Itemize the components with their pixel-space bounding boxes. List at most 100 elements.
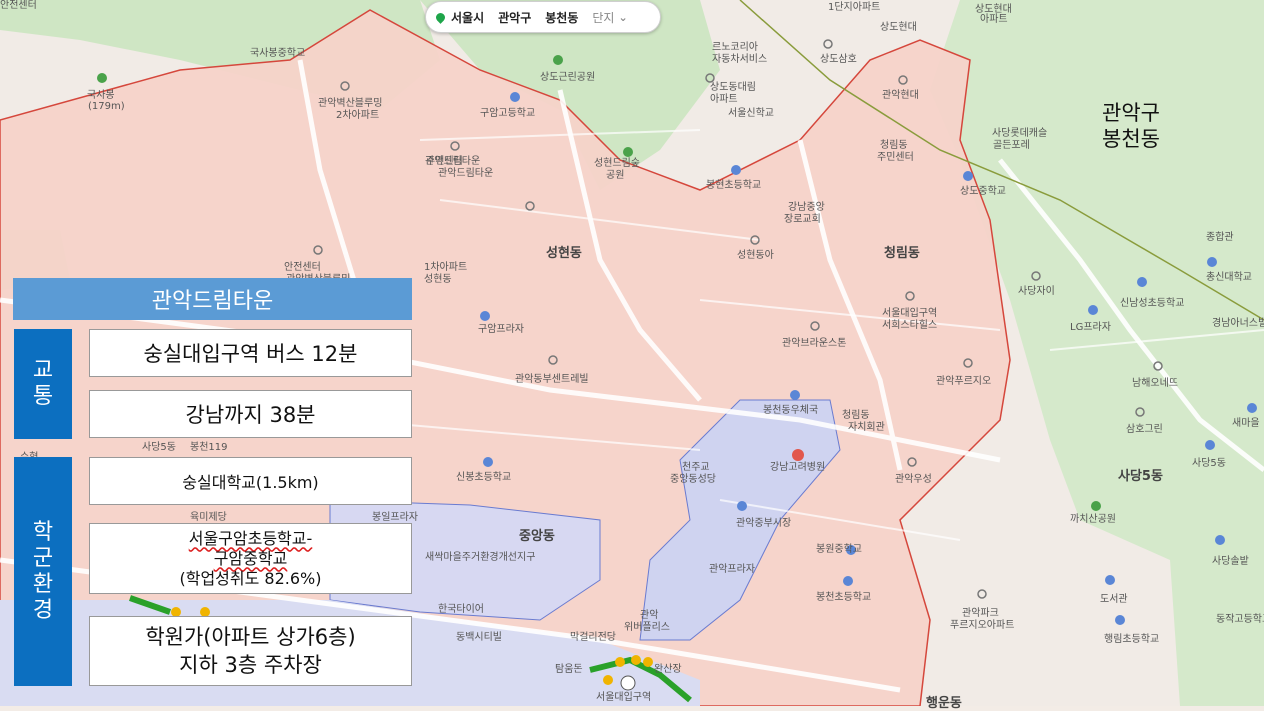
parking-text: 지하 3층 주차장 bbox=[179, 653, 322, 677]
breadcrumb-mode[interactable]: 단지 bbox=[592, 9, 614, 26]
map-place-label[interactable]: 새마을 bbox=[1232, 418, 1260, 430]
map-place-label[interactable]: (179m) bbox=[88, 101, 125, 113]
map-place-label[interactable]: 관악동부센트레빌 bbox=[515, 374, 589, 386]
map-place-label[interactable]: 도서관 bbox=[1100, 594, 1128, 606]
map-place-label[interactable]: 사당자이 bbox=[1018, 286, 1055, 298]
map-place-label[interactable]: 르노코리아 bbox=[712, 42, 758, 54]
map-place-label[interactable]: 상도동대림 bbox=[710, 82, 756, 94]
map-place-label[interactable]: 강남중앙 bbox=[788, 202, 825, 214]
map-place-label[interactable]: 2차아파트 bbox=[336, 110, 379, 122]
school-label-text: 학 군 환 경 bbox=[32, 519, 54, 623]
map-place-label[interactable]: 관악 bbox=[640, 610, 658, 622]
map-place-label[interactable]: 아파트 bbox=[710, 94, 738, 106]
map-place-label[interactable]: 구암프라자 bbox=[478, 324, 524, 336]
school-university-text: 숭실대학교(1.5km) bbox=[182, 473, 319, 492]
school-elementary-box: 서울구암초등학교- 구암중학교 (학업성취도 82.6%) bbox=[89, 523, 412, 594]
map-place-label[interactable]: 서울대입구역 bbox=[882, 308, 937, 320]
map-place-label[interactable]: 아파트 bbox=[980, 14, 1008, 26]
map-place-label[interactable]: 상도중학교 bbox=[960, 186, 1006, 198]
map-place-label[interactable]: 자동차서비스 bbox=[712, 54, 767, 66]
map-place-label[interactable]: 신남성초등학교 bbox=[1120, 298, 1184, 310]
map-place-label[interactable]: 골든포레 bbox=[993, 140, 1030, 152]
map-place-label[interactable]: 봉천초등학교 bbox=[816, 592, 871, 604]
map-place-label[interactable]: 행림초등학교 bbox=[1104, 634, 1159, 646]
map-place-label[interactable]: 안전센터 bbox=[0, 0, 37, 12]
map-place-label[interactable]: 새싹마을주거환경개선지구 bbox=[425, 552, 535, 564]
map-place-label[interactable]: 주민센터 bbox=[877, 152, 914, 164]
map-place-label[interactable]: 봉원중학교 bbox=[816, 544, 862, 556]
map-place-label[interactable]: 구암고등학교 bbox=[480, 108, 535, 120]
map-place-label[interactable]: 주민센터 bbox=[426, 156, 463, 168]
academy-box: 학원가(아파트 상가6층) 지하 3층 주차장 bbox=[89, 616, 412, 686]
map-place-label[interactable]: 관악벽산블루밍 bbox=[318, 98, 382, 110]
map-place-label[interactable]: 사당솔밭 bbox=[1212, 556, 1249, 568]
map-place-label[interactable]: 관악중부시장 bbox=[736, 518, 791, 530]
map-place-label[interactable]: 서울신학교 bbox=[728, 108, 774, 120]
academy-text: 학원가(아파트 상가6층) bbox=[145, 625, 356, 649]
map-place-label[interactable]: 관악우성 bbox=[895, 474, 932, 486]
map-place-label[interactable]: 막걸리전당 bbox=[570, 632, 616, 644]
map-place-label[interactable]: 장로교회 bbox=[784, 214, 821, 226]
map-place-label[interactable]: 관악드림타운 bbox=[438, 168, 493, 180]
map-place-label[interactable]: 사당5동 bbox=[1192, 458, 1226, 470]
map-place-label[interactable]: 강남고려병원 bbox=[770, 462, 825, 474]
map-place-label[interactable]: 상도삼호 bbox=[820, 54, 857, 66]
map-place-label[interactable]: 청림동 bbox=[880, 140, 908, 152]
map-place-label[interactable]: 서울대입구역 bbox=[596, 692, 651, 704]
map-place-label[interactable]: 중앙동성당 bbox=[670, 474, 716, 486]
map-place-label[interactable]: 1단지아파트 bbox=[828, 2, 880, 14]
map-place-label[interactable]: 동백시티빌 bbox=[456, 632, 502, 644]
map-place-label[interactable]: 성현드림숲 bbox=[594, 158, 640, 170]
map-place-label[interactable]: 공원 bbox=[606, 170, 624, 182]
map-place-label[interactable]: 까치산공원 bbox=[1070, 514, 1116, 526]
map-place-label[interactable]: 상도근린공원 bbox=[540, 72, 595, 84]
map-place-label[interactable]: 봉현초등학교 bbox=[706, 180, 761, 192]
map-place-label[interactable]: 관악파크 bbox=[962, 608, 999, 620]
map-place-label[interactable]: 천주교 bbox=[682, 462, 710, 474]
map-place-label[interactable]: LG프라자 bbox=[1070, 322, 1111, 334]
location-pin-icon bbox=[434, 10, 447, 24]
map-place-label[interactable]: 안전센터 bbox=[284, 262, 321, 274]
map-place-label[interactable]: 사당롯데캐슬 bbox=[992, 128, 1047, 140]
map-place-label[interactable]: 봉천동우체국 bbox=[763, 405, 818, 417]
school-elementary-text: 서울구암초등학교- bbox=[188, 528, 313, 548]
map-place-label[interactable]: 국사봉중학교 bbox=[250, 48, 305, 60]
breadcrumb-district[interactable]: 관악구 bbox=[498, 9, 531, 26]
transport-bus-text: 숭실대입구역 버스 12분 bbox=[143, 342, 358, 366]
map-place-label[interactable]: 자치회관 bbox=[848, 422, 885, 434]
region-label: 관악구 봉천동 bbox=[1102, 100, 1160, 152]
map-place-label[interactable]: 완산장 bbox=[654, 664, 682, 676]
map-place-label[interactable]: 한국타이어 bbox=[438, 604, 484, 616]
map-place-label[interactable]: 푸르지오아파트 bbox=[950, 620, 1014, 632]
region-label-dong: 봉천동 bbox=[1102, 127, 1160, 151]
map-place-label[interactable]: 동작고등학교 bbox=[1216, 614, 1264, 626]
location-breadcrumb[interactable]: 서울시 관악구 봉천동 단지 ⌄ bbox=[425, 1, 661, 33]
map-place-label[interactable]: 경남아너스빌 bbox=[1212, 318, 1264, 330]
school-middle-text: 구암중학교 bbox=[213, 548, 288, 568]
map-place-label[interactable]: 관악브라운스톤 bbox=[782, 338, 846, 350]
map-place-label[interactable]: 신봉초등학교 bbox=[456, 472, 511, 484]
panel-title: 관악드림타운 bbox=[13, 278, 412, 320]
map-place-label[interactable]: 관악푸르지오 bbox=[936, 376, 991, 388]
map-place-label[interactable]: 봉천119 bbox=[190, 442, 228, 454]
map-place-label[interactable]: 관악프라자 bbox=[709, 564, 755, 576]
map-place-label[interactable]: 탐움돈 bbox=[555, 664, 583, 676]
map-place-label[interactable]: 삼호그린 bbox=[1126, 424, 1163, 436]
breadcrumb-dong[interactable]: 봉천동 bbox=[545, 9, 578, 26]
map-place-label[interactable]: 상도현대 bbox=[880, 22, 917, 34]
map-place-label[interactable]: 1차아파트 bbox=[424, 262, 467, 274]
district-label: 행운동 bbox=[926, 696, 962, 711]
map-place-label[interactable]: 사당5동 bbox=[142, 442, 176, 454]
map-place-label[interactable]: 관악현대 bbox=[882, 90, 919, 102]
map-place-label[interactable]: 위버플리스 bbox=[624, 622, 670, 634]
map-place-label[interactable]: 총신대학교 bbox=[1206, 272, 1252, 284]
map-place-label[interactable]: 서희스타힐스 bbox=[882, 320, 937, 332]
map-place-label[interactable]: 청림동 bbox=[842, 410, 870, 422]
map-place-label[interactable]: 종합관 bbox=[1206, 232, 1234, 244]
chevron-down-icon[interactable]: ⌄ bbox=[618, 11, 627, 24]
map-place-label[interactable]: 남해오네뜨 bbox=[1132, 378, 1178, 390]
breadcrumb-city[interactable]: 서울시 bbox=[451, 9, 484, 26]
transport-gangnam-text: 강남까지 38분 bbox=[185, 403, 316, 427]
map-place-label[interactable]: 성현동아 bbox=[737, 250, 774, 262]
map-place-label[interactable]: 성현동 bbox=[424, 274, 452, 286]
